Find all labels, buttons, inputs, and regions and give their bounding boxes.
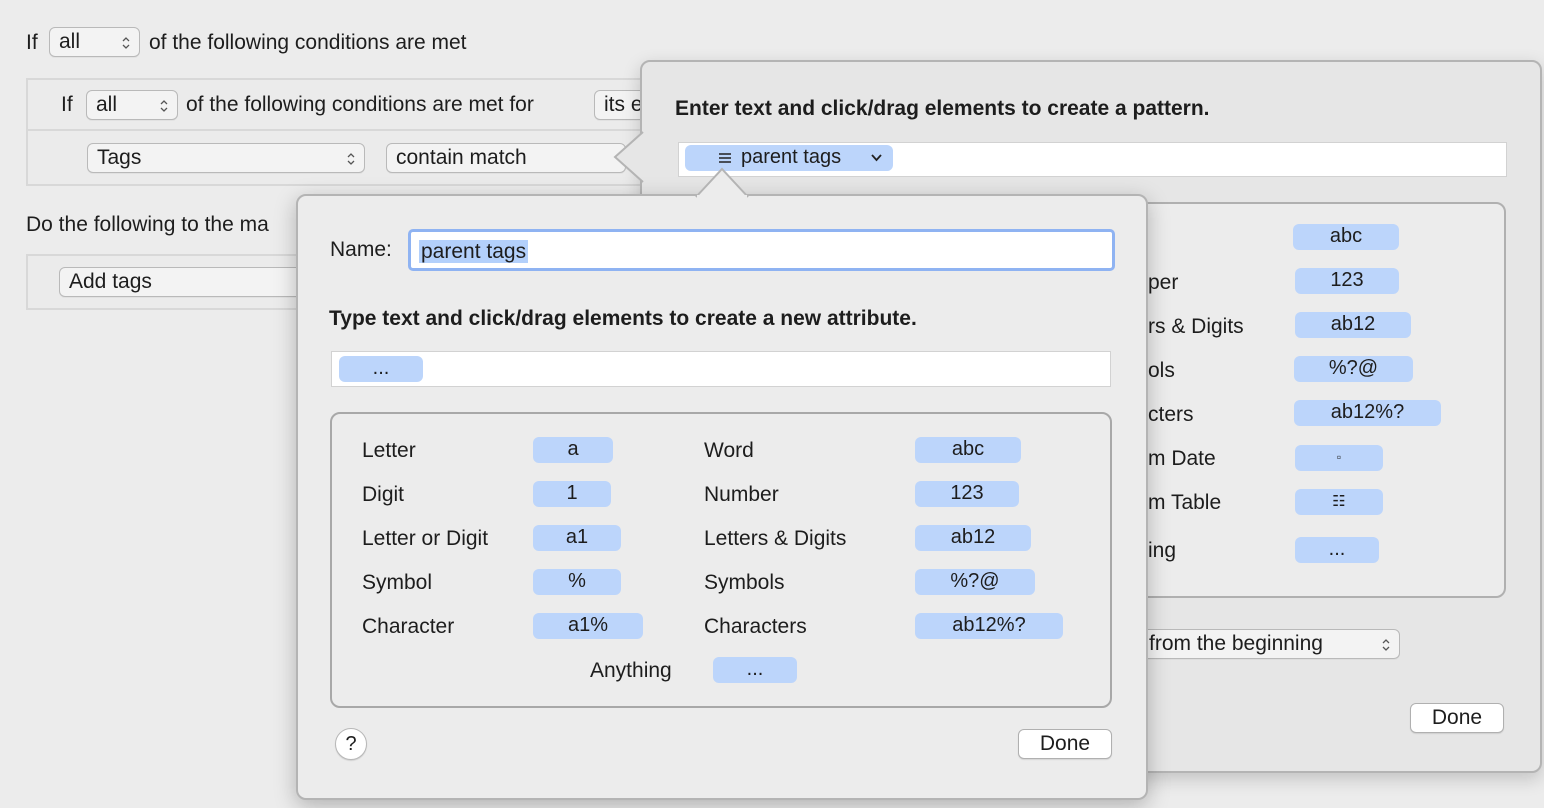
letters-digits-token[interactable]: ab12	[1295, 312, 1411, 338]
if-label: If	[26, 31, 38, 54]
characters-token[interactable]: ab12%?	[1294, 400, 1441, 426]
palette-label-letter: Letter	[362, 439, 416, 462]
symbols-token[interactable]: %?@	[1294, 356, 1413, 382]
word-token[interactable]: abc	[1293, 224, 1399, 250]
popover-arrow	[613, 131, 644, 183]
digit-token[interactable]: 1	[533, 481, 611, 507]
conditions-label: of the following conditions are met	[149, 31, 467, 54]
custom-table-token[interactable]: ☷	[1295, 489, 1383, 515]
attribute-instruction: Type text and click/drag elements to cre…	[329, 307, 917, 330]
anything-token[interactable]: ...	[339, 356, 423, 382]
anything-token[interactable]: ...	[1295, 537, 1379, 563]
operator-select-value: contain match	[396, 146, 527, 169]
characters-token[interactable]: ab12%?	[915, 613, 1063, 639]
palette-label-digit: Digit	[362, 483, 405, 506]
updown-chevron-icon	[160, 100, 168, 112]
palette-label-partial: ols	[1148, 359, 1175, 382]
condition-divider	[28, 129, 664, 131]
popover-arrow	[695, 167, 749, 198]
match-mode-select[interactable]: from the beginning	[1120, 629, 1400, 659]
attribute-select[interactable]: Tags	[87, 143, 365, 173]
action-select[interactable]: Add tags	[59, 267, 309, 297]
attribute-done-button[interactable]: Done	[1018, 729, 1112, 759]
action-select-value: Add tags	[69, 270, 152, 293]
sub-if-label: If	[61, 93, 73, 116]
palette-label-anything: Anything	[590, 659, 672, 682]
custom-date-token[interactable]: ▫	[1295, 445, 1383, 471]
match-mode-select-value: from the beginning	[1149, 632, 1323, 655]
name-field[interactable]: parent tags	[408, 229, 1115, 271]
pattern-done-button[interactable]: Done	[1410, 703, 1504, 733]
parent-tags-token-label: parent tags	[741, 146, 842, 168]
name-field-value: parent tags	[419, 240, 529, 263]
sub-conditions-label: of the following conditions are met for	[186, 93, 534, 116]
character-token[interactable]: a1%	[533, 613, 643, 639]
symbols-token[interactable]: %?@	[915, 569, 1035, 595]
updown-chevron-icon	[1382, 639, 1390, 651]
attribute-pattern-field[interactable]	[331, 351, 1111, 387]
palette-label-letter-or-digit: Letter or Digit	[362, 527, 489, 550]
letter-or-digit-token[interactable]: a1	[533, 525, 621, 551]
operator-select[interactable]: contain match	[386, 143, 626, 173]
sub-match-all-select-value: all	[96, 93, 118, 116]
word-token[interactable]: abc	[915, 437, 1021, 463]
chevron-down-icon	[871, 154, 882, 162]
pattern-instruction: Enter text and click/drag elements to cr…	[675, 97, 1210, 120]
anything-token[interactable]: ...	[713, 657, 797, 683]
letters-digits-token[interactable]: ab12	[915, 525, 1031, 551]
match-all-select[interactable]: all	[49, 27, 140, 57]
match-all-select-value: all	[59, 30, 81, 53]
number-token[interactable]: 123	[915, 481, 1019, 507]
palette-label-number: Number	[704, 483, 779, 506]
sub-match-all-select[interactable]: all	[86, 90, 178, 120]
palette-label-partial: m Table	[1148, 491, 1222, 514]
palette-label-characters: Characters	[704, 615, 807, 638]
palette-label-partial: rs & Digits	[1148, 315, 1244, 338]
name-label: Name:	[330, 238, 392, 261]
palette-label-partial: per	[1148, 271, 1179, 294]
palette-label-symbol: Symbol	[362, 571, 433, 594]
palette-label-word: Word	[704, 439, 754, 462]
attribute-select-value: Tags	[97, 146, 142, 169]
updown-chevron-icon	[122, 37, 130, 49]
palette-label-character: Character	[362, 615, 455, 638]
palette-label-partial: m Date	[1148, 447, 1216, 470]
palette-label-symbols: Symbols	[704, 571, 785, 594]
list-icon	[719, 153, 731, 163]
palette-label-partial: cters	[1148, 403, 1194, 426]
palette-label-partial: ing	[1148, 539, 1177, 562]
letter-token[interactable]: a	[533, 437, 613, 463]
updown-chevron-icon	[347, 153, 355, 165]
symbol-token[interactable]: %	[533, 569, 621, 595]
palette-label-letters-digits: Letters & Digits	[704, 527, 847, 550]
actions-heading: Do the following to the ma	[26, 213, 269, 236]
number-token[interactable]: 123	[1295, 268, 1399, 294]
scope-select-value: its e	[604, 93, 643, 116]
help-button[interactable]: ?	[335, 728, 367, 760]
